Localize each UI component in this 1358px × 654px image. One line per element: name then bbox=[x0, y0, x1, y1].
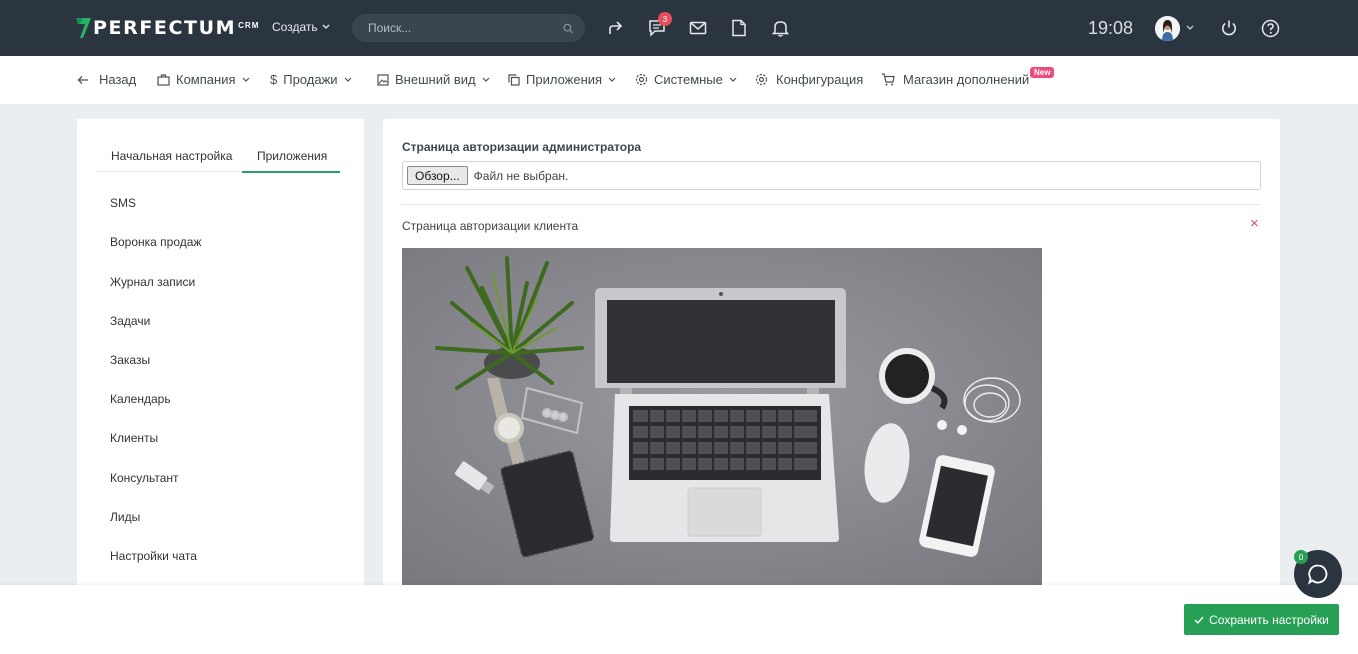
user-avatar[interactable] bbox=[1155, 16, 1180, 41]
messages-button[interactable]: 3 bbox=[647, 12, 672, 38]
active-tab-indicator bbox=[242, 171, 340, 173]
menu-appearance-label: Внешний вид bbox=[395, 72, 476, 87]
messages-badge: 3 bbox=[658, 12, 672, 26]
chat-bubble-icon bbox=[1307, 564, 1328, 585]
search-icon[interactable] bbox=[563, 23, 573, 34]
tab-apps[interactable]: Приложения bbox=[257, 149, 327, 163]
menu-config[interactable]: Конфигурация bbox=[755, 72, 863, 87]
search-input[interactable] bbox=[368, 21, 563, 35]
footer-bar: Сохранить настройки bbox=[0, 585, 1358, 654]
chat-unread-badge: 0 bbox=[1294, 550, 1308, 564]
cart-icon bbox=[882, 73, 895, 86]
menu-appearance[interactable]: Внешний вид bbox=[377, 72, 490, 87]
chevron-down-icon bbox=[608, 77, 616, 82]
sidebar-item-leads[interactable]: Лиды bbox=[110, 510, 140, 524]
menu-sales[interactable]: $ Продажи bbox=[270, 72, 352, 87]
client-auth-label: Страница авторизации клиента bbox=[402, 219, 579, 233]
sidebar-item-chat-settings[interactable]: Настройки чата bbox=[110, 549, 197, 563]
mail-icon[interactable] bbox=[688, 18, 708, 38]
image-icon bbox=[377, 73, 389, 86]
menu-back[interactable]: Назад bbox=[77, 72, 136, 87]
browse-button[interactable]: Обзор... bbox=[407, 166, 468, 185]
create-label: Создать bbox=[272, 20, 318, 34]
sidebar-item-sales-funnel[interactable]: Воронка продаж bbox=[110, 235, 201, 249]
sidebar-item-orders[interactable]: Заказы bbox=[110, 353, 150, 367]
gear-icon bbox=[755, 73, 768, 86]
chevron-down-icon bbox=[482, 77, 490, 82]
divider bbox=[402, 204, 1261, 205]
brand-suffix: CRM bbox=[238, 21, 260, 30]
check-icon bbox=[1194, 616, 1204, 624]
sidebar-tabs: Начальная настройка Приложения bbox=[96, 139, 340, 173]
share-icon[interactable] bbox=[606, 18, 626, 38]
menu-store[interactable]: Магазин дополнений bbox=[881, 72, 1029, 87]
clock: 19:08 bbox=[1088, 18, 1134, 38]
admin-auth-file-input[interactable]: Обзор... Файл не выбран. bbox=[402, 161, 1261, 190]
chevron-down-icon bbox=[242, 77, 249, 82]
arrow-left-icon bbox=[77, 75, 88, 84]
sidebar-item-clients[interactable]: Клиенты bbox=[110, 431, 158, 445]
chevron-down-icon bbox=[729, 77, 737, 82]
menu-system[interactable]: Системные bbox=[635, 72, 737, 87]
gear-icon bbox=[635, 73, 648, 86]
search-box bbox=[352, 14, 585, 42]
main-menu: Назад Компания $ Продажи Внешний вид При… bbox=[0, 56, 1358, 104]
sidebar-item-tasks[interactable]: Задачи bbox=[110, 314, 150, 328]
power-icon[interactable] bbox=[1219, 18, 1239, 38]
user-menu-chevron-icon[interactable] bbox=[1184, 18, 1196, 38]
chat-widget-button[interactable]: 0 bbox=[1294, 550, 1342, 598]
logo-mark-icon bbox=[76, 18, 91, 38]
save-settings-label: Сохранить настройки bbox=[1209, 612, 1329, 627]
remove-image-button[interactable]: × bbox=[1250, 216, 1259, 231]
copy-icon bbox=[508, 73, 520, 86]
file-status: Файл не выбран. bbox=[473, 168, 569, 183]
sidebar-item-sms[interactable]: SMS bbox=[110, 196, 136, 210]
tab-initial-setup[interactable]: Начальная настройка bbox=[111, 149, 232, 163]
menu-back-label: Назад bbox=[99, 72, 137, 87]
create-dropdown[interactable]: Создать bbox=[272, 20, 330, 34]
menu-company[interactable]: Компания bbox=[157, 72, 250, 87]
menu-apps[interactable]: Приложения bbox=[508, 72, 616, 87]
building-icon bbox=[157, 73, 170, 86]
chevron-down-icon bbox=[322, 24, 330, 29]
dollar-icon: $ bbox=[270, 72, 278, 87]
sidebar-item-booking-journal[interactable]: Журнал записи bbox=[110, 275, 195, 289]
document-icon[interactable] bbox=[729, 18, 749, 38]
save-settings-button[interactable]: Сохранить настройки bbox=[1184, 604, 1339, 635]
new-badge: New bbox=[1030, 67, 1055, 78]
brand-name: PERFECTUM bbox=[93, 17, 237, 39]
help-icon[interactable] bbox=[1260, 18, 1280, 38]
settings-sidebar: Начальная настройка Приложения SMS Ворон… bbox=[77, 119, 364, 639]
menu-sales-label: Продажи bbox=[283, 72, 338, 87]
menu-config-label: Конфигурация bbox=[776, 72, 864, 87]
menu-system-label: Системные bbox=[654, 72, 723, 87]
top-navbar: PERFECTUM CRM Создать 3 19:08 bbox=[0, 0, 1358, 56]
sidebar-item-calendar[interactable]: Календарь bbox=[110, 392, 171, 406]
client-auth-image bbox=[402, 248, 1042, 588]
menu-apps-label: Приложения bbox=[526, 72, 603, 87]
brand-logo[interactable]: PERFECTUM CRM bbox=[74, 17, 259, 39]
menu-store-label: Магазин дополнений bbox=[903, 72, 1030, 87]
bell-icon[interactable] bbox=[770, 18, 790, 38]
admin-auth-label: Страница авторизации администратора bbox=[402, 140, 642, 154]
sidebar-item-consultant[interactable]: Консультант bbox=[110, 471, 179, 485]
menu-company-label: Компания bbox=[176, 72, 236, 87]
settings-content: Страница авторизации администратора Обзо… bbox=[383, 119, 1280, 639]
chevron-down-icon bbox=[344, 77, 351, 82]
